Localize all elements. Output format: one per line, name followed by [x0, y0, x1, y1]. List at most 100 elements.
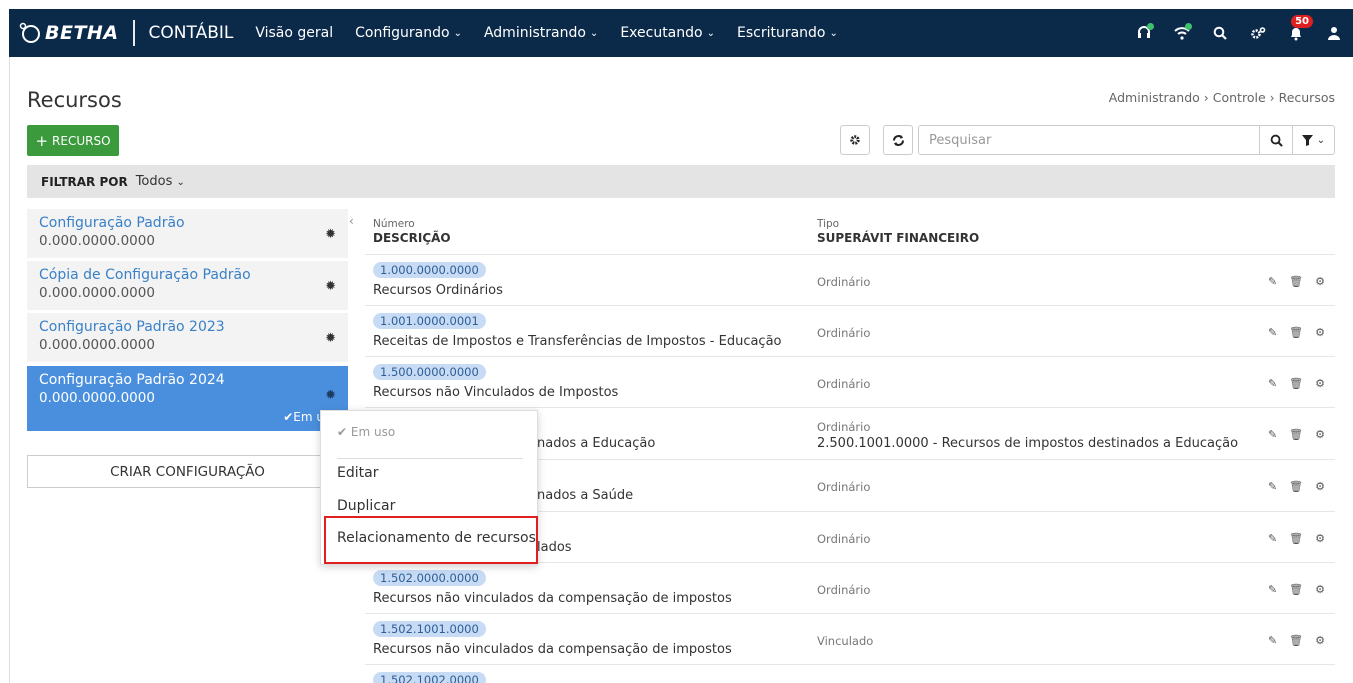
trash-icon[interactable]: 🗑 [1289, 480, 1303, 493]
support-headset-icon[interactable] [1135, 23, 1154, 42]
config-number: 0.000.0000.0000 [39, 390, 155, 406]
resource-type: Ordinário [817, 532, 871, 546]
table-row[interactable]: 1.502.1001.0000 Recursos não vinculados … [365, 613, 1335, 664]
edit-pencil-icon[interactable]: ✎ [1268, 480, 1277, 493]
gears-icon[interactable]: ⚙ [1315, 480, 1325, 493]
table-row[interactable]: 1.500.0000.0000 Recursos não Vinculados … [365, 356, 1335, 407]
resource-code: 1.500.0000.0000 [373, 364, 486, 380]
resource-description: lados [537, 540, 572, 555]
table-row[interactable]: 1.000.0000.0000 Recursos Ordinários Ordi… [365, 254, 1335, 305]
edit-pencil-icon[interactable]: ✎ [1268, 377, 1277, 390]
gear-icon[interactable]: ✹ [325, 279, 336, 294]
table-row[interactable]: 1.502.0000.0000 Recursos não vinculados … [365, 562, 1335, 613]
resource-type: Ordinário [817, 326, 871, 340]
edit-pencil-icon[interactable]: ✎ [1268, 428, 1277, 441]
user-icon[interactable] [1325, 24, 1343, 42]
chevron-down-icon: ⌄ [176, 177, 185, 188]
trash-icon[interactable]: 🗑 [1289, 326, 1303, 339]
gear-icon[interactable]: ✹ [325, 227, 336, 242]
column-header-description[interactable]: Número DESCRIÇÃO [373, 218, 451, 245]
config-name: Configuração Padrão [39, 215, 185, 231]
search-icon[interactable] [1211, 24, 1229, 42]
config-item[interactable]: Configuração Padrão 0.000.0000.0000 ✹ [27, 209, 348, 258]
refresh-icon [892, 134, 904, 146]
chevron-down-icon: ⌄ [829, 27, 838, 39]
edit-pencil-icon[interactable]: ✎ [1268, 634, 1277, 647]
menu-item-edit[interactable]: Editar [337, 465, 378, 481]
nav-configurando[interactable]: Configurando ⌄ [355, 25, 462, 41]
config-item[interactable]: Cópia de Configuração Padrão 0.000.0000.… [27, 261, 348, 310]
gear-icon[interactable]: ✹ [325, 331, 336, 346]
edit-pencil-icon[interactable]: ✎ [1268, 326, 1277, 339]
gear-icon[interactable]: ✹ [325, 388, 336, 403]
brand-logo[interactable]: BETHA [19, 22, 119, 44]
resource-type: Ordinário [817, 420, 871, 434]
resource-superavit: 2.500.1001.0000 - Recursos de impostos d… [817, 436, 1239, 451]
gears-icon[interactable] [1249, 24, 1267, 42]
filter-label: FILTRAR POR [41, 174, 128, 189]
check-icon: ✔ [337, 425, 348, 439]
gears-icon[interactable]: ⚙ [1315, 532, 1325, 545]
trash-icon[interactable]: 🗑 [1289, 634, 1303, 647]
trash-icon[interactable]: 🗑 [1289, 275, 1303, 288]
config-name: Configuração Padrão 2024 [39, 372, 225, 388]
filter-select[interactable]: Todos ⌄ [136, 174, 185, 189]
table-row[interactable]: 1.502.1002.0000 [365, 664, 1335, 683]
filter-icon [1301, 134, 1313, 146]
page-left-border [9, 57, 10, 683]
wifi-status-icon[interactable] [1173, 23, 1192, 42]
config-name: Cópia de Configuração Padrão [39, 267, 251, 283]
filter-dropdown-button[interactable]: ⌄ [1292, 125, 1335, 155]
nav-executando[interactable]: Executando ⌄ [620, 25, 715, 41]
collapse-panel-icon[interactable]: ‹ [349, 214, 354, 228]
gears-icon[interactable]: ⚙ [1315, 634, 1325, 647]
config-name: Configuração Padrão 2023 [39, 319, 225, 335]
gears-icon[interactable]: ⚙ [1315, 275, 1325, 288]
trash-icon[interactable]: 🗑 [1289, 428, 1303, 441]
menu-item-duplicate[interactable]: Duplicar [337, 498, 395, 514]
trash-icon[interactable]: 🗑 [1289, 377, 1303, 390]
gear-icon [850, 135, 860, 145]
menu-divider [337, 458, 523, 459]
resource-type: Ordinário [817, 275, 871, 289]
edit-pencil-icon[interactable]: ✎ [1268, 532, 1277, 545]
filter-bar: FILTRAR POR Todos ⌄ [27, 165, 1335, 198]
resource-description: Recursos não Vinculados de Impostos [373, 385, 619, 400]
table-row[interactable]: 1.001.0000.0001 Receitas de Impostos e T… [365, 305, 1335, 356]
search-input[interactable]: Pesquisar [918, 125, 1260, 155]
gears-icon[interactable]: ⚙ [1315, 583, 1325, 596]
create-config-button[interactable]: CRIAR CONFIGURAÇÃO [27, 455, 348, 488]
config-number: 0.000.0000.0000 [39, 337, 155, 353]
config-number: 0.000.0000.0000 [39, 233, 155, 249]
settings-button[interactable] [840, 125, 870, 155]
search-button[interactable] [1259, 125, 1293, 155]
add-recurso-button[interactable]: + RECURSO [27, 125, 119, 156]
edit-pencil-icon[interactable]: ✎ [1268, 275, 1277, 288]
column-header-tipo[interactable]: Tipo SUPERÁVIT FINANCEIRO [817, 218, 979, 245]
nav-administrando[interactable]: Administrando ⌄ [484, 25, 598, 41]
gears-icon[interactable]: ⚙ [1315, 428, 1325, 441]
nav-escriturando[interactable]: Escriturando ⌄ [737, 25, 838, 41]
module-name[interactable]: CONTÁBIL [149, 23, 234, 43]
resource-type: Ordinário [817, 377, 871, 391]
refresh-button[interactable] [883, 125, 913, 155]
config-item[interactable]: Configuração Padrão 2023 0.000.0000.0000… [27, 313, 348, 362]
chevron-down-icon: ⌄ [706, 27, 715, 39]
edit-pencil-icon[interactable]: ✎ [1268, 583, 1277, 596]
trash-icon[interactable]: 🗑 [1289, 583, 1303, 596]
notifications-bell-icon[interactable]: 50 [1287, 15, 1313, 42]
top-navbar: BETHA CONTÁBIL Visão geral Configurando ⌄… [9, 9, 1353, 57]
check-icon: ✔ [283, 410, 294, 424]
trash-icon[interactable]: 🗑 [1289, 532, 1303, 545]
resource-description: nados a Saúde [537, 488, 634, 503]
gears-icon[interactable]: ⚙ [1315, 377, 1325, 390]
breadcrumb[interactable]: Administrando › Controle › Recursos [1109, 90, 1335, 105]
resource-description: Recursos não vinculados da compensação d… [373, 591, 732, 606]
brand-divider [132, 20, 135, 46]
resource-description: nados a Educação [537, 436, 656, 451]
config-item-active[interactable]: Configuração Padrão 2024 0.000.0000.0000… [27, 366, 348, 431]
gears-icon[interactable]: ⚙ [1315, 326, 1325, 339]
nav-visao-geral[interactable]: Visão geral [255, 25, 333, 41]
resource-type: Ordinário [817, 480, 871, 494]
plus-icon: + [35, 131, 49, 150]
